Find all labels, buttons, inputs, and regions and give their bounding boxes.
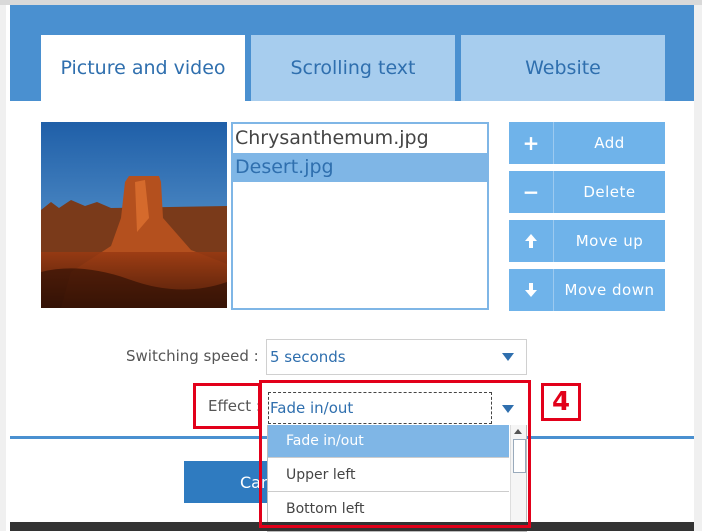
arrow-down-icon — [509, 269, 554, 311]
highlight-effect-label — [193, 383, 261, 429]
tab-scrolling-text[interactable]: Scrolling text — [251, 35, 455, 101]
dialog-left-edge — [0, 5, 6, 531]
tab-website[interactable]: Website — [461, 35, 665, 101]
tab-picture-and-video[interactable]: Picture and video — [41, 35, 245, 101]
delete-button[interactable]: − Delete — [509, 171, 665, 213]
step-number-badge: 4 — [541, 383, 581, 421]
minus-icon: − — [509, 171, 554, 213]
highlight-effect-dropdown — [259, 380, 531, 528]
move-down-button[interactable]: Move down — [509, 269, 665, 311]
list-item-selected[interactable]: Desert.jpg — [233, 153, 487, 182]
add-button[interactable]: + Add — [509, 122, 665, 164]
image-preview — [41, 122, 227, 308]
list-item[interactable]: Chrysanthemum.jpg — [233, 124, 487, 153]
switching-speed-select[interactable]: 5 seconds — [266, 339, 527, 375]
chevron-down-icon — [502, 353, 514, 361]
plus-icon: + — [509, 122, 554, 164]
arrow-up-icon — [509, 220, 554, 262]
switching-speed-label: Switching speed : — [126, 347, 259, 365]
move-up-button[interactable]: Move up — [509, 220, 665, 262]
dialog-right-edge — [694, 5, 702, 531]
file-list[interactable]: Chrysanthemum.jpg Desert.jpg — [231, 122, 489, 310]
